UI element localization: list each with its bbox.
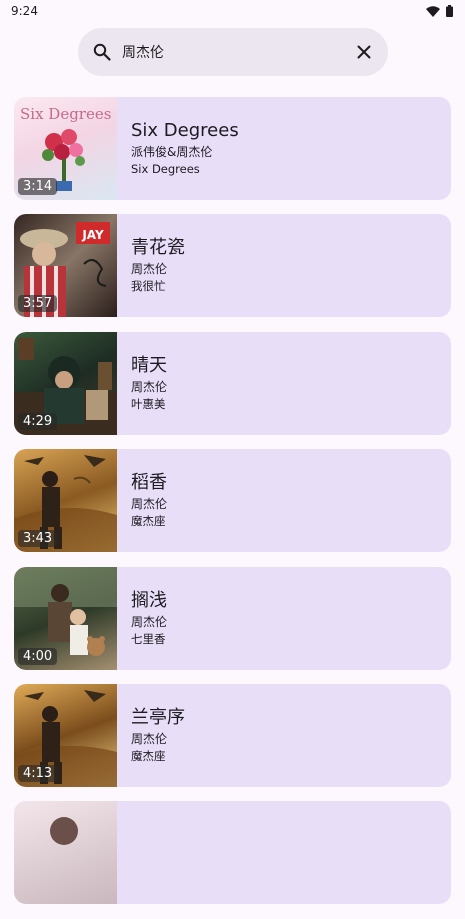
song-card[interactable]: Six Degrees 3:14 Six Degrees 派伟俊&周杰伦 Six… <box>14 97 451 200</box>
song-info: 晴天 周杰伦 叶惠美 <box>117 332 167 435</box>
song-card[interactable] <box>14 801 451 905</box>
cover-title-text: Six Degrees <box>20 105 111 123</box>
song-album: 魔杰座 <box>131 748 166 763</box>
duration-badge: 4:29 <box>18 412 58 430</box>
search-input[interactable]: 周杰伦 <box>122 42 354 62</box>
song-artist: 周杰伦 <box>131 614 168 629</box>
song-artist: 周杰伦 <box>131 379 168 394</box>
song-artist: 周杰伦 <box>131 731 168 746</box>
album-cover: 4:29 <box>14 331 117 435</box>
album-art-image <box>14 801 117 905</box>
song-artist: 周杰伦 <box>131 262 168 277</box>
song-info: 搁浅 周杰伦 七里香 <box>117 567 167 670</box>
song-info: 青花瓷 周杰伦 我很忙 <box>117 214 185 317</box>
status-time: 9:24 <box>11 4 38 18</box>
song-info: 兰亭序 周杰伦 魔杰座 <box>117 684 185 787</box>
song-album: 我很忙 <box>131 279 166 294</box>
duration-badge: 3:43 <box>18 530 58 548</box>
status-bar: 9:24 <box>0 0 465 22</box>
duration-badge: 4:00 <box>18 647 58 665</box>
battery-icon <box>446 5 453 17</box>
album-cover: 4:13 <box>14 683 117 787</box>
close-icon[interactable] <box>354 42 374 62</box>
cover-jay-text: JAY <box>81 228 104 242</box>
song-title: 晴天 <box>131 354 167 376</box>
song-card[interactable]: 3:43 稻香 周杰伦 魔杰座 <box>14 449 451 553</box>
song-card[interactable]: 4:00 搁浅 周杰伦 七里香 <box>14 566 451 670</box>
song-album: 叶惠美 <box>131 396 166 411</box>
album-cover: JAY 3:57 <box>14 214 117 318</box>
song-title: 兰亭序 <box>131 706 185 728</box>
song-title: Six Degrees <box>131 120 239 141</box>
song-title: 搁浅 <box>131 589 167 611</box>
song-title: 青花瓷 <box>131 237 185 259</box>
wifi-icon <box>426 5 440 17</box>
song-info: Six Degrees 派伟俊&周杰伦 Six Degrees <box>117 97 239 200</box>
song-artist: 周杰伦 <box>131 497 168 512</box>
duration-badge: 3:14 <box>18 178 58 195</box>
song-info: 稻香 周杰伦 魔杰座 <box>117 449 167 552</box>
album-cover <box>14 801 117 905</box>
duration-badge: 4:13 <box>18 764 58 782</box>
album-cover: Six Degrees 3:14 <box>14 97 117 200</box>
song-card[interactable]: JAY 3:57 青花瓷 周杰伦 我很忙 <box>14 214 451 318</box>
search-bar[interactable]: 周杰伦 <box>78 28 388 76</box>
duration-badge: 3:57 <box>18 295 58 313</box>
song-album: 魔杰座 <box>131 514 166 529</box>
song-card[interactable]: 4:29 晴天 周杰伦 叶惠美 <box>14 331 451 435</box>
song-list: Six Degrees 3:14 Six Degrees 派伟俊&周杰伦 Six… <box>14 97 451 919</box>
search-icon[interactable] <box>92 42 112 62</box>
album-cover: 3:43 <box>14 449 117 553</box>
album-cover: 4:00 <box>14 566 117 670</box>
song-card[interactable]: 4:13 兰亭序 周杰伦 魔杰座 <box>14 683 451 787</box>
song-artist: 派伟俊&周杰伦 <box>131 145 213 159</box>
status-icons <box>426 5 453 17</box>
song-title: 稻香 <box>131 472 167 494</box>
song-album: 七里香 <box>131 631 166 646</box>
song-album: Six Degrees <box>131 162 200 176</box>
